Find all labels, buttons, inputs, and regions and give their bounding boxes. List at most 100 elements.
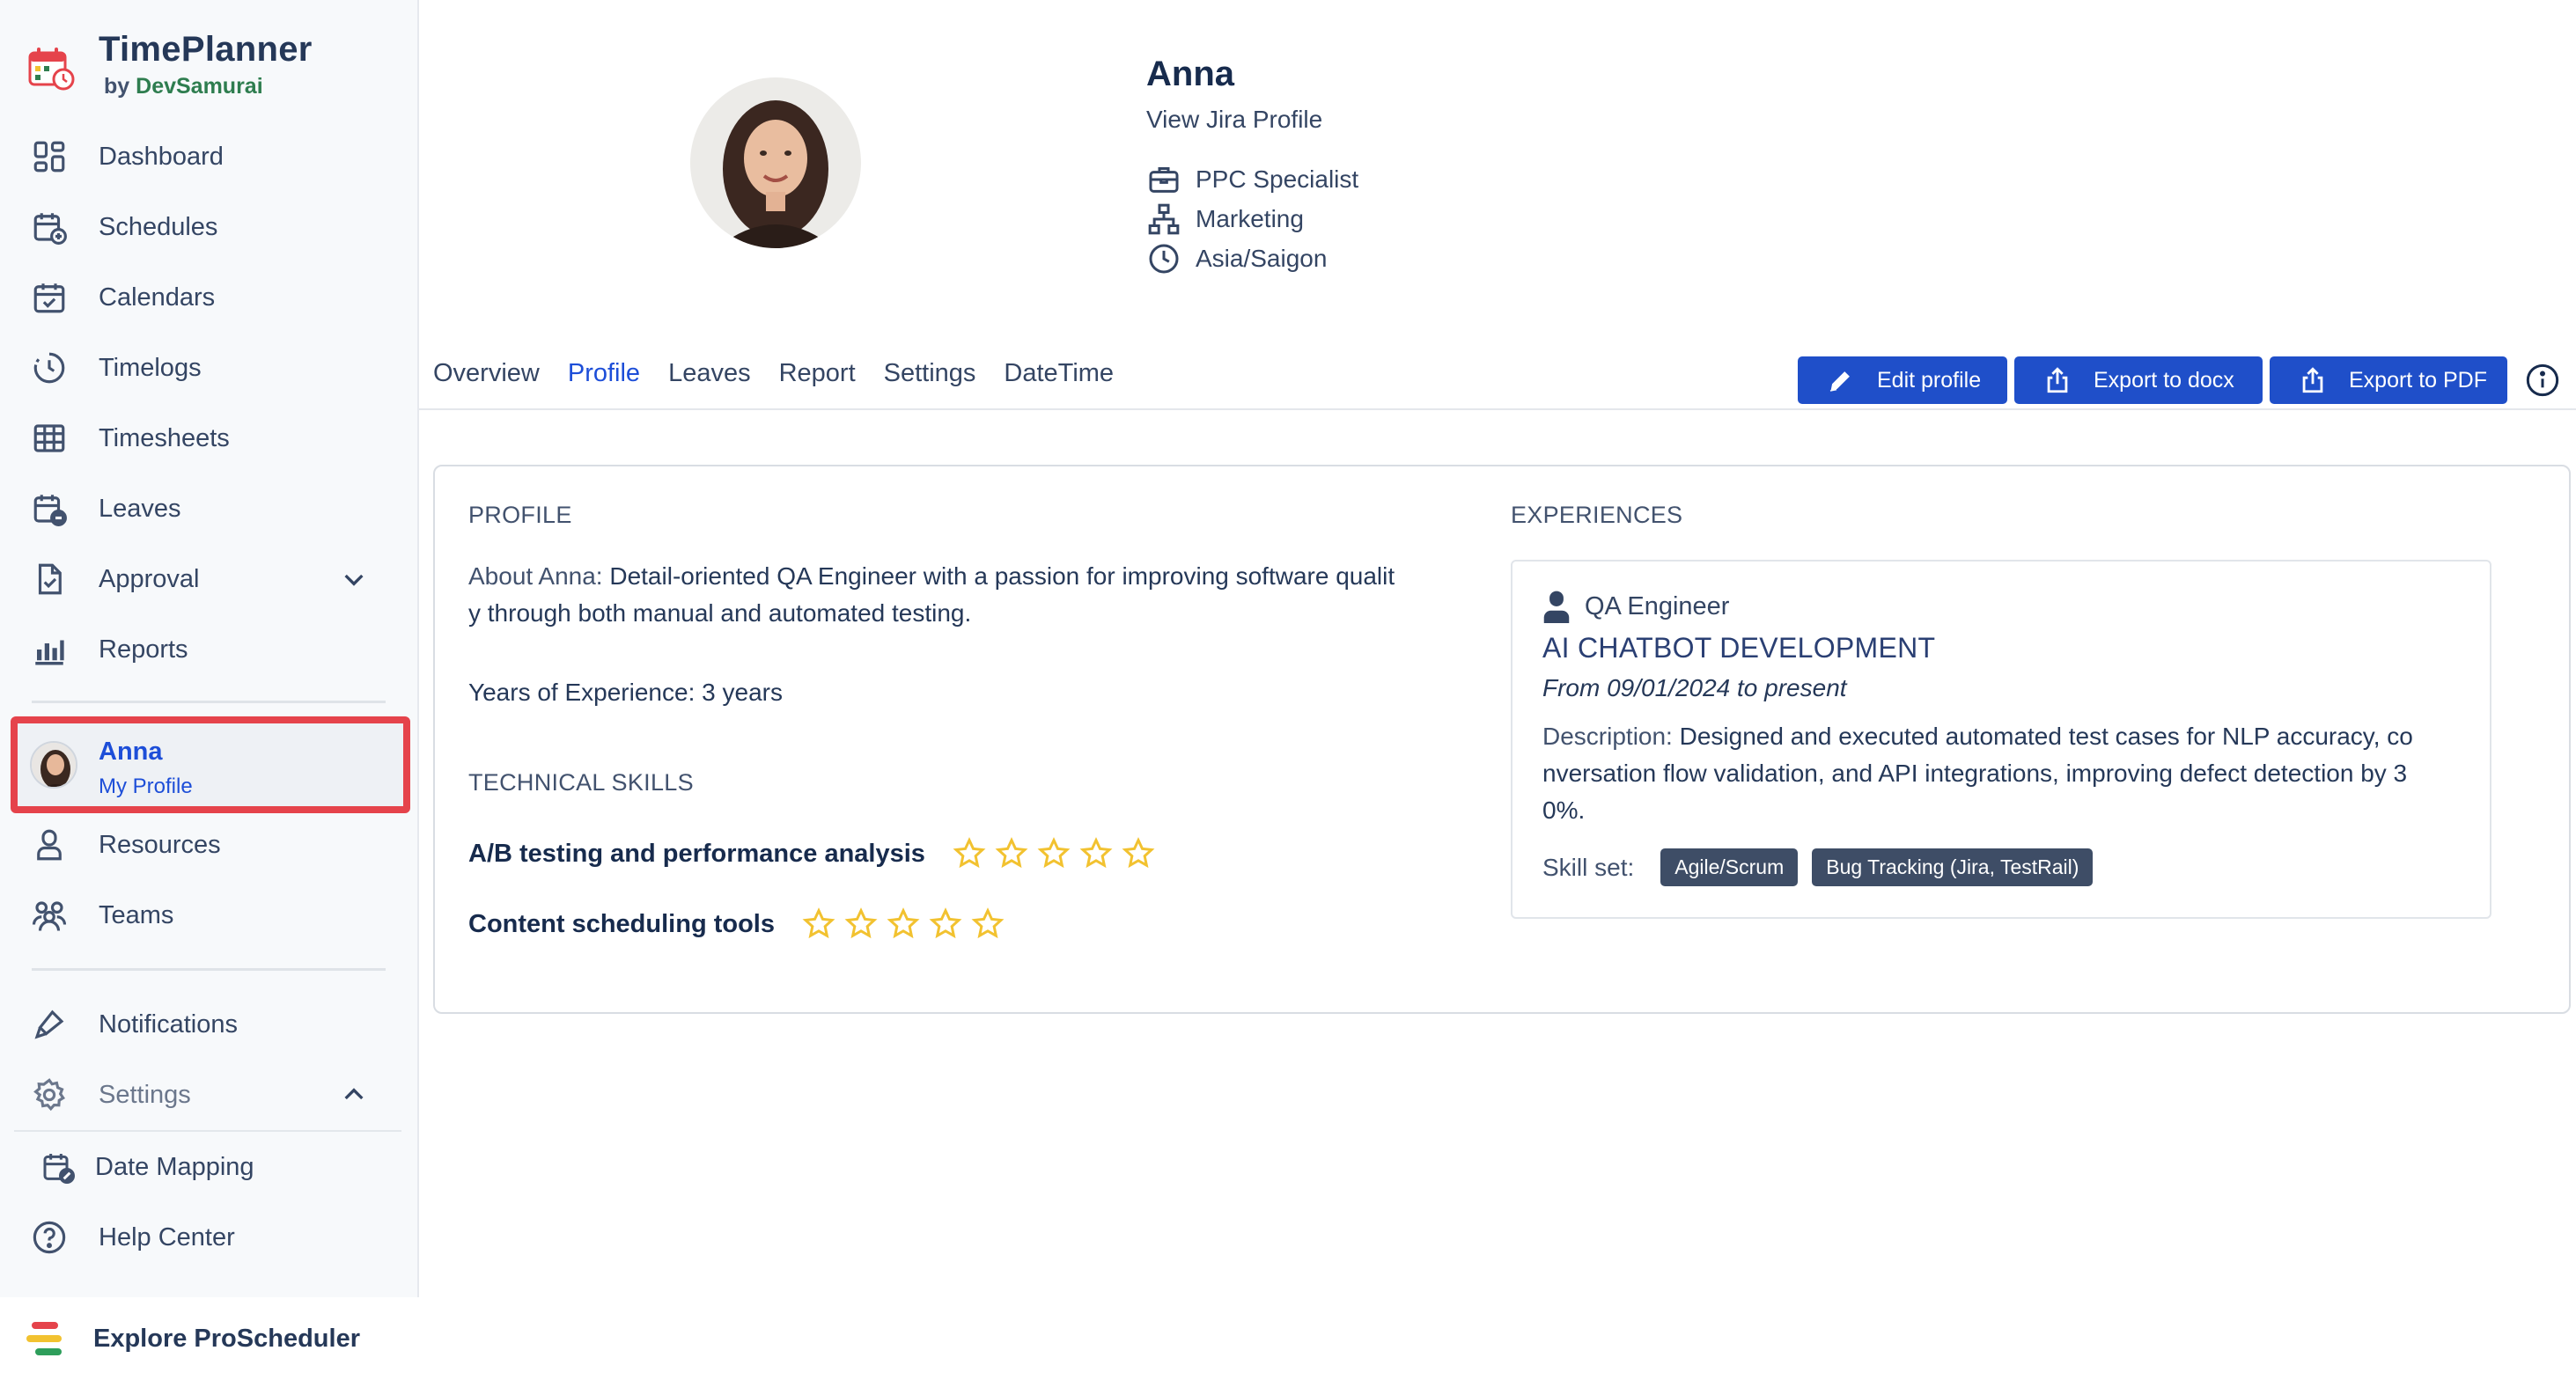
proscheduler-logo-icon [26, 1322, 62, 1355]
department-text: Marketing [1196, 205, 1304, 232]
gear-icon [25, 1070, 74, 1119]
tab-overview[interactable]: Overview [433, 359, 540, 398]
calendar-plus-icon [25, 202, 74, 252]
brand-by: by [104, 74, 130, 99]
star-rating[interactable] [801, 907, 1012, 942]
description-line-2: nversation flow validation, and API inte… [1542, 760, 2408, 787]
sidebar-item-calendars[interactable]: Calendars [25, 269, 394, 326]
sidebar-item-schedules[interactable]: Schedules [25, 199, 394, 255]
sidebar-item-label: Timesheets [99, 423, 230, 452]
tab-settings[interactable]: Settings [884, 359, 976, 398]
star-icon[interactable] [886, 907, 921, 942]
star-icon[interactable] [952, 836, 987, 871]
star-rating[interactable] [952, 836, 1163, 871]
sidebar-item-label: Dashboard [99, 142, 224, 171]
sidebar-item-leaves[interactable]: Leaves [25, 481, 394, 537]
sidebar-item-label: Date Mapping [95, 1152, 254, 1181]
experiences-section-title: EXPERIENCES [1511, 502, 1683, 528]
about-text: About Anna: Detail-oriented QA Engineer … [468, 558, 1454, 632]
dashboard-icon [25, 132, 74, 181]
calendar-check-icon [25, 273, 74, 322]
profile-department: Marketing [1146, 202, 1304, 237]
sidebar-item-label: Resources [99, 830, 221, 859]
chevron-down-icon[interactable] [340, 565, 368, 593]
sidebar-item-reports[interactable]: Reports [25, 621, 394, 678]
skill-row: Content scheduling tools [468, 907, 1012, 942]
share-upload-icon [2047, 367, 2068, 393]
sidebar-item-label: Notifications [99, 1009, 238, 1039]
sidebar-item-timesheets[interactable]: Timesheets [25, 410, 394, 466]
job-title-text: PPC Specialist [1196, 165, 1359, 193]
sidebar-item-teams[interactable]: Teams [25, 887, 394, 943]
timezone-text: Asia/Saigon [1196, 245, 1328, 272]
description-label: Description: [1542, 723, 1673, 750]
sidebar-item-notifications[interactable]: Notifications [25, 996, 394, 1053]
export-docx-label: Export to docx [2094, 367, 2234, 393]
org-chart-icon [1148, 203, 1180, 235]
timeplanner-logo-icon [28, 48, 75, 91]
profile-user-name: Anna [1146, 55, 1234, 93]
star-icon[interactable] [928, 907, 963, 942]
explore-proscheduler-link[interactable]: Explore ProScheduler [0, 1297, 419, 1380]
table-icon [25, 414, 74, 463]
profile-name: Anna [99, 738, 163, 766]
share-upload-icon [2302, 367, 2323, 393]
sidebar-item-date-mapping[interactable]: Date Mapping [14, 1139, 401, 1195]
info-icon[interactable] [2525, 363, 2560, 398]
tab-datetime[interactable]: DateTime [1004, 359, 1114, 398]
view-jira-profile-link[interactable]: View Jira Profile [1146, 106, 1322, 134]
document-check-icon [25, 554, 74, 604]
pencil-icon [1829, 371, 1850, 392]
about-line-1: Detail-oriented QA Engineer with a passi… [609, 562, 1395, 590]
person-icon [1543, 591, 1570, 623]
sidebar: TimePlanner by DevSamurai Dashboard Sche… [0, 0, 419, 1380]
skill-name: A/B testing and performance analysis [468, 839, 925, 868]
tab-report[interactable]: Report [779, 359, 856, 398]
description-line-1: Designed and executed automated test cas… [1679, 723, 2413, 750]
export-docx-button[interactable]: Export to docx [2014, 356, 2263, 404]
skill-chip: Bug Tracking (Jira, TestRail) [1812, 848, 2094, 886]
tab-profile[interactable]: Profile [568, 359, 640, 398]
tab-leaves[interactable]: Leaves [668, 359, 751, 398]
edit-profile-button[interactable]: Edit profile [1798, 356, 2007, 404]
star-icon[interactable] [970, 907, 1005, 942]
brand-title: TimePlanner [99, 30, 313, 69]
export-pdf-button[interactable]: Export to PDF [2270, 356, 2507, 404]
sidebar-divider [32, 968, 386, 971]
sidebar-item-approval[interactable]: Approval [25, 551, 394, 607]
star-icon[interactable] [1078, 836, 1114, 871]
years-value: 3 years [702, 679, 783, 706]
experience-item: QA Engineer AI CHATBOT DEVELOPMENT From … [1511, 560, 2491, 919]
years-label: Years of Experience: [468, 679, 696, 706]
edit-profile-label: Edit profile [1877, 367, 1982, 393]
sidebar-item-label: Reports [99, 635, 188, 664]
explore-label: Explore ProScheduler [93, 1324, 360, 1353]
chevron-up-icon[interactable] [340, 1081, 368, 1109]
sidebar-item-my-profile[interactable]: Anna My Profile [11, 716, 410, 813]
experience-role-text: QA Engineer [1585, 591, 1730, 620]
sidebar-item-timelogs[interactable]: Timelogs [25, 340, 394, 396]
star-icon[interactable] [1036, 836, 1071, 871]
sidebar-divider [14, 1130, 401, 1132]
sidebar-item-label: Settings [99, 1080, 191, 1109]
sidebar-item-label: Approval [99, 564, 200, 593]
profile-card: PROFILE About Anna: Detail-oriented QA E… [433, 465, 2571, 1014]
help-circle-icon [25, 1213, 74, 1262]
brand[interactable]: TimePlanner by DevSamurai [25, 30, 394, 109]
export-pdf-label: Export to PDF [2349, 367, 2487, 393]
sidebar-item-settings[interactable]: Settings [25, 1067, 394, 1123]
star-icon[interactable] [1121, 836, 1156, 871]
profile-avatar [690, 77, 861, 248]
sidebar-item-label: Calendars [99, 283, 216, 312]
sidebar-item-label: Schedules [99, 212, 218, 241]
sidebar-item-help-center[interactable]: Help Center [25, 1209, 394, 1266]
star-icon[interactable] [843, 907, 879, 942]
technical-skills-title: TECHNICAL SKILLS [468, 769, 694, 796]
star-icon[interactable] [994, 836, 1029, 871]
star-icon[interactable] [801, 907, 836, 942]
profile-subtitle: My Profile [99, 774, 193, 798]
sidebar-item-resources[interactable]: Resources [25, 817, 394, 873]
sidebar-item-dashboard[interactable]: Dashboard [25, 128, 394, 185]
briefcase-icon [1149, 167, 1179, 193]
sidebar-item-label: Teams [99, 900, 174, 929]
